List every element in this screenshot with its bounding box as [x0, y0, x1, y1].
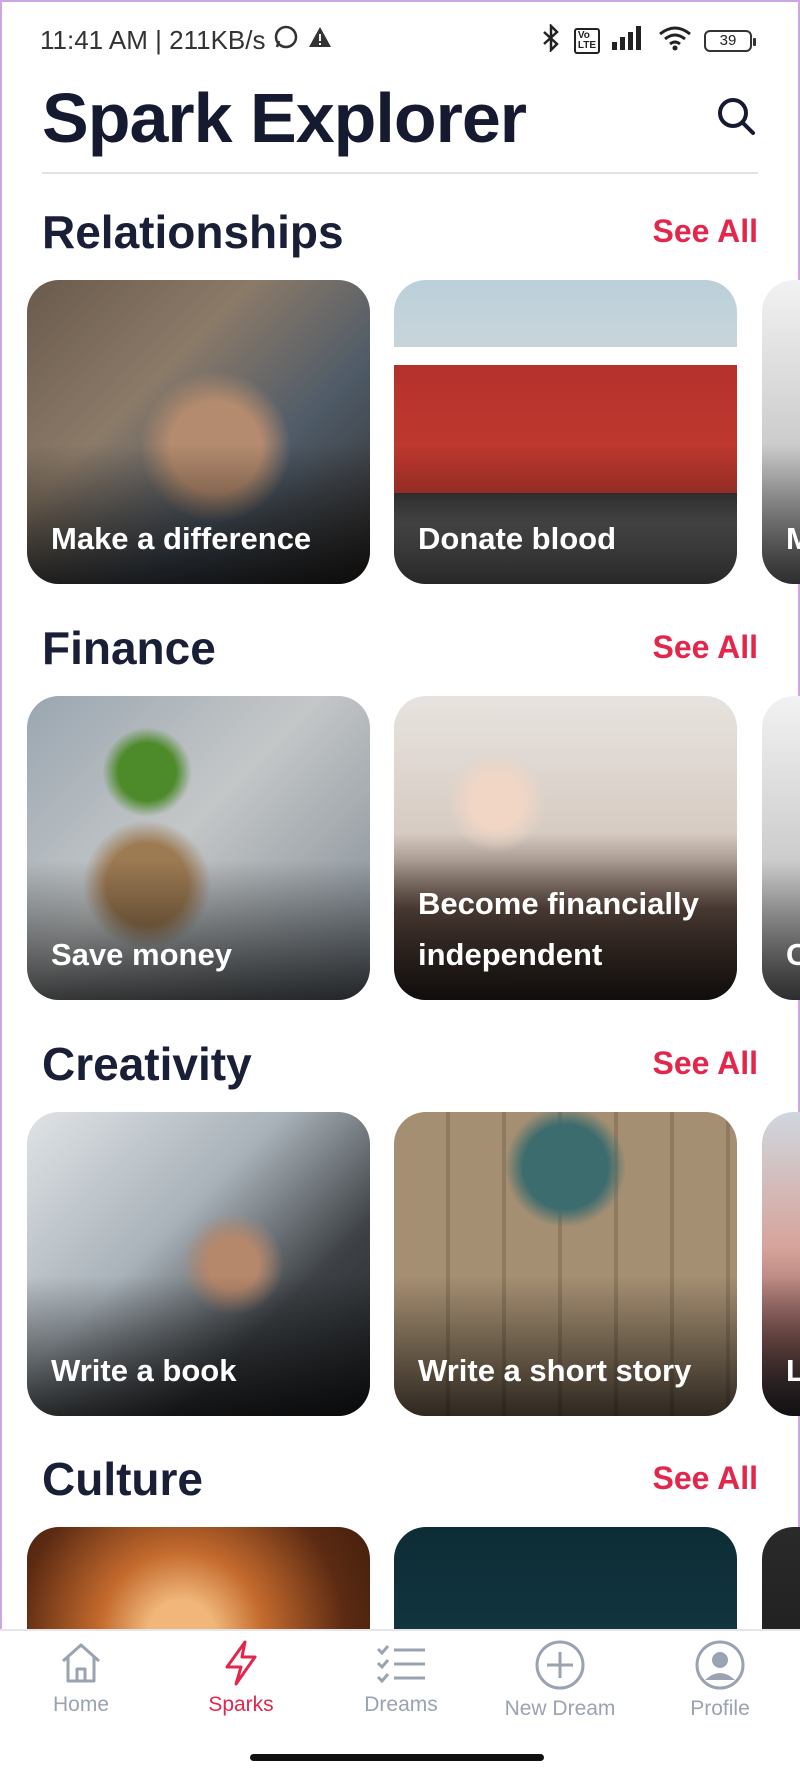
nav-item-sparks[interactable]: Sparks [161, 1639, 321, 1717]
nav-label: Sparks [208, 1693, 274, 1716]
spark-card[interactable]: Write a short story [394, 1112, 737, 1416]
nav-item-home[interactable]: Home [1, 1639, 161, 1717]
wifi-icon [658, 25, 692, 56]
card-label: Write a short story [418, 1353, 692, 1388]
search-button[interactable] [716, 96, 756, 136]
spark-card[interactable] [394, 1527, 737, 1637]
battery-icon: 39 [704, 29, 756, 52]
spark-card[interactable]: L [762, 1112, 800, 1416]
bottom-nav: Home Sparks Dreams New Dream Profile [0, 1629, 800, 1775]
section-finance: Finance See All Save money Become financ… [0, 621, 800, 1011]
search-icon [718, 98, 755, 135]
card-label: Make a difference [51, 521, 312, 556]
nav-label: Dreams [364, 1693, 438, 1716]
section-culture: Culture See All [0, 1452, 800, 1637]
spark-card[interactable]: Donate blood [394, 280, 737, 584]
page-title: Spark Explorer [42, 79, 527, 157]
bluetooth-icon [540, 22, 562, 57]
card-label: Write a book [51, 1353, 237, 1388]
card-carousel[interactable]: Make a difference Donate blood M [27, 280, 800, 584]
status-right: Vo LTE 39 [540, 22, 756, 57]
see-all-link[interactable]: See All [652, 1460, 758, 1497]
card-label: Donate blood [418, 521, 617, 556]
section-title: Creativity [42, 1038, 252, 1090]
spark-card[interactable]: Write a book [27, 1112, 370, 1416]
card-label: C [786, 937, 800, 972]
lightning-icon [225, 1640, 257, 1686]
nav-label: Profile [690, 1697, 750, 1720]
status-left: 11:41 AM | 211KB/s [40, 24, 333, 57]
spark-card[interactable]: Save money [27, 696, 370, 1000]
nav-label: Home [52, 1693, 110, 1716]
card-label: L [786, 1353, 800, 1388]
spark-card[interactable] [27, 1527, 370, 1637]
home-icon [62, 1643, 100, 1683]
card-label: M [786, 521, 800, 556]
section-title: Finance [42, 622, 216, 674]
whatsapp-icon [273, 24, 299, 57]
spark-card[interactable]: M [762, 280, 800, 584]
see-all-link[interactable]: See All [652, 629, 758, 666]
card-carousel[interactable]: Save money Become financially independen… [27, 696, 800, 1000]
list-check-icon [376, 1645, 425, 1684]
header: Spark Explorer [42, 72, 758, 174]
section-title: Relationships [42, 206, 344, 258]
user-icon [695, 1640, 745, 1690]
nav-item-dreams[interactable]: Dreams [321, 1639, 481, 1717]
spark-card[interactable]: Become financially independent [394, 696, 737, 1000]
section-title: Culture [42, 1453, 203, 1505]
battery-level: 39 [719, 32, 737, 49]
volte-icon: Vo LTE [573, 27, 600, 54]
warning-icon [307, 25, 333, 56]
section-relationships: Relationships See All Make a difference … [0, 205, 800, 595]
section-creativity: Creativity See All Write a book Write a … [0, 1037, 800, 1427]
card-carousel[interactable]: Write a book Write a short story L [27, 1112, 800, 1416]
card-carousel[interactable] [27, 1527, 800, 1637]
plus-circle-icon [535, 1640, 585, 1690]
card-label: Become financially independent [418, 886, 699, 972]
see-all-link[interactable]: See All [652, 213, 758, 250]
spark-card[interactable]: C [762, 696, 800, 1000]
card-label: Save money [51, 937, 232, 972]
nav-label: New Dream [504, 1697, 616, 1720]
home-indicator[interactable] [250, 1754, 544, 1761]
signal-icon [612, 26, 646, 55]
nav-item-new-dream[interactable]: New Dream [480, 1639, 640, 1721]
spark-card[interactable] [762, 1527, 800, 1637]
status-time-speed: 11:41 AM | 211KB/s [40, 25, 266, 55]
see-all-link[interactable]: See All [652, 1045, 758, 1082]
nav-item-profile[interactable]: Profile [640, 1639, 800, 1721]
status-bar: 11:41 AM | 211KB/s Vo LTE 39 [0, 0, 800, 80]
spark-card[interactable]: Make a difference [27, 280, 370, 584]
